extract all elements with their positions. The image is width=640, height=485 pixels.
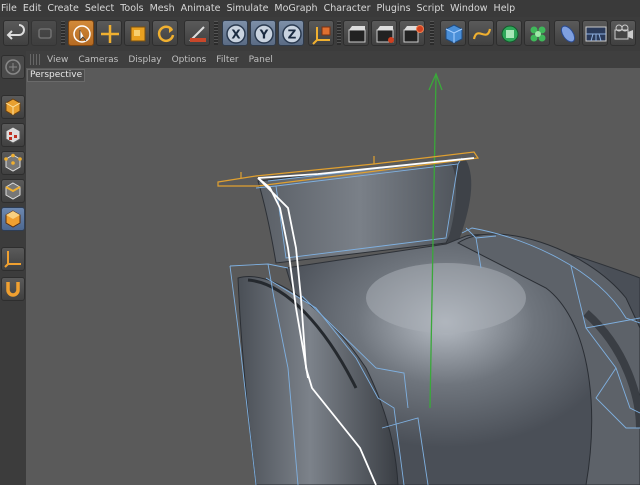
menu-character[interactable]: Character <box>324 3 377 14</box>
render-settings-icon[interactable] <box>399 20 425 46</box>
y-axis-lock-icon[interactable]: Y <box>250 20 276 46</box>
spline-pen-icon[interactable] <box>468 20 494 46</box>
menu-window[interactable]: Window <box>450 3 493 14</box>
menu-edit[interactable]: Edit <box>23 3 47 14</box>
menu-animate[interactable]: Animate <box>181 3 227 14</box>
menu-simulate[interactable]: Simulate <box>226 3 274 14</box>
render-picture-viewer-icon[interactable] <box>371 20 397 46</box>
menu-file[interactable]: File <box>0 3 23 14</box>
viewport-menu-display[interactable]: Display <box>123 55 166 65</box>
redo-icon[interactable] <box>31 20 57 46</box>
viewport-menu-bar: View Cameras Display Options Filter Panel <box>26 51 640 68</box>
magnet-icon[interactable] <box>1 277 25 301</box>
svg-text:Y: Y <box>259 28 269 42</box>
toolbar-separator <box>61 21 65 45</box>
menu-bar: File Edit Create Select Tools Mesh Animate Simu… <box>0 0 640 17</box>
cube-object-icon[interactable] <box>440 20 466 46</box>
undo-icon[interactable] <box>3 20 29 46</box>
menu-create[interactable]: Create <box>47 3 85 14</box>
svg-text:X: X <box>231 28 241 42</box>
menu-script[interactable]: Script <box>417 3 451 14</box>
render-view-icon[interactable] <box>343 20 369 46</box>
scale-icon[interactable] <box>124 20 150 46</box>
menu-help[interactable]: Help <box>494 3 522 14</box>
menu-mograph[interactable]: MoGraph <box>274 3 323 14</box>
viewport-camera-label: Perspective <box>27 69 86 82</box>
viewport-scene[interactable] <box>26 68 640 485</box>
viewport-menu-options[interactable]: Options <box>167 55 212 65</box>
viewport-menu-panel[interactable]: Panel <box>244 55 278 65</box>
array-icon[interactable] <box>524 20 550 46</box>
mode-palette <box>0 51 27 485</box>
make-editable-icon[interactable] <box>1 55 25 79</box>
menu-plugins[interactable]: Plugins <box>376 3 416 14</box>
svg-text:Z: Z <box>288 28 297 42</box>
floor-icon[interactable] <box>582 20 608 46</box>
toolbar-separator <box>214 21 218 45</box>
model-mode-icon[interactable] <box>1 95 25 119</box>
live-selection-icon[interactable] <box>68 20 94 46</box>
coordinate-system-icon[interactable] <box>308 20 334 46</box>
x-axis-lock-icon[interactable]: X <box>222 20 248 46</box>
edges-mode-icon[interactable] <box>1 179 25 203</box>
axis-mode-icon[interactable] <box>1 247 25 271</box>
menu-select[interactable]: Select <box>85 3 120 14</box>
main-toolbar: X Y Z <box>0 17 640 52</box>
z-axis-lock-icon[interactable]: Z <box>278 20 304 46</box>
viewport-menu-view[interactable]: View <box>42 55 73 65</box>
points-mode-icon[interactable] <box>1 151 25 175</box>
last-tool-icon[interactable] <box>184 20 210 46</box>
deformer-icon[interactable] <box>554 20 580 46</box>
polygons-mode-icon[interactable] <box>1 207 25 231</box>
toolbar-separator <box>430 21 434 45</box>
texture-mode-icon[interactable] <box>1 123 25 147</box>
camera-icon[interactable] <box>610 20 636 46</box>
viewport-drag-handle[interactable] <box>30 54 42 65</box>
viewport-menu-filter[interactable]: Filter <box>211 55 243 65</box>
viewport-menu-cameras[interactable]: Cameras <box>73 55 123 65</box>
move-icon[interactable] <box>96 20 122 46</box>
rotate-icon[interactable] <box>152 20 178 46</box>
toolbar-separator <box>337 21 341 45</box>
menu-tools[interactable]: Tools <box>120 3 149 14</box>
nurbs-icon[interactable] <box>496 20 522 46</box>
menu-mesh[interactable]: Mesh <box>150 3 181 14</box>
perspective-viewport[interactable]: Perspective <box>26 68 640 485</box>
